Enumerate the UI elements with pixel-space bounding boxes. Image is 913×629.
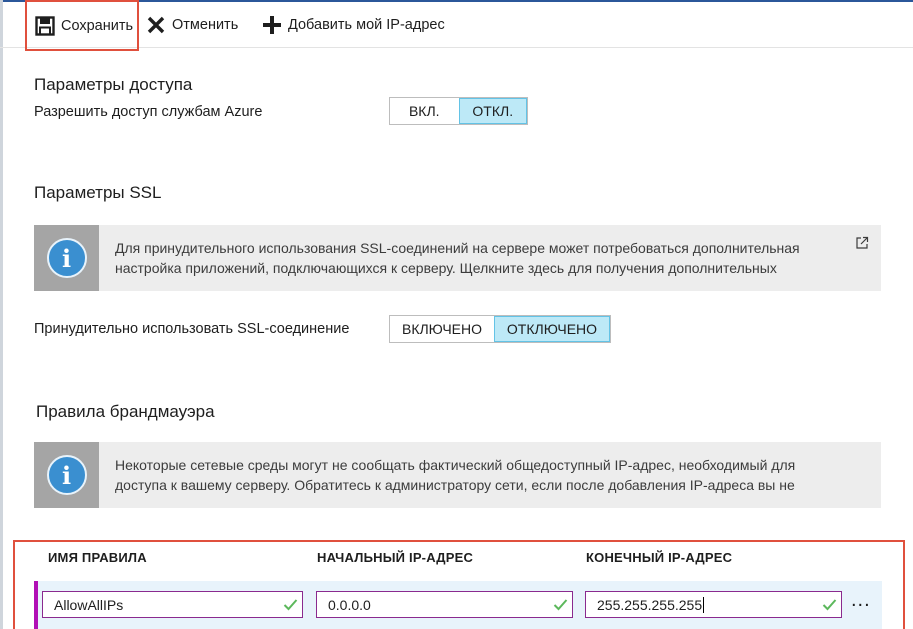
info-icon-container: i bbox=[34, 442, 99, 508]
command-bar: Сохранить Отменить Добавить мой IP-адрес bbox=[0, 0, 913, 51]
start-ip-input[interactable]: 0.0.0.0 bbox=[316, 591, 573, 618]
external-link-icon[interactable] bbox=[855, 235, 869, 249]
save-button[interactable]: Сохранить bbox=[25, 0, 139, 51]
table-row: AllowAllIPs 0.0.0.0 255.255.255.255 ... bbox=[34, 581, 882, 629]
enforce-ssl-label: Принудительно использовать SSL-соединени… bbox=[34, 321, 350, 337]
close-icon bbox=[146, 15, 166, 35]
page: Сохранить Отменить Добавить мой IP-адрес… bbox=[0, 0, 913, 629]
rule-name-input[interactable]: AllowAllIPs bbox=[42, 591, 303, 618]
allow-azure-label: Разрешить доступ службам Azure bbox=[34, 104, 263, 120]
add-my-ip-button[interactable]: Добавить мой IP-адрес bbox=[262, 2, 445, 48]
column-header-end-ip: КОНЕЧНЫЙ IP-АДРЕС bbox=[586, 550, 733, 565]
allow-azure-off-option[interactable]: ОТКЛ. bbox=[458, 98, 527, 124]
left-divider bbox=[0, 0, 3, 629]
allow-azure-toggle: ВКЛ. ОТКЛ. bbox=[389, 97, 528, 125]
ssl-section-title: Параметры SSL bbox=[34, 183, 162, 202]
firewall-info-text: Некоторые сетевые среды могут не сообщат… bbox=[99, 442, 881, 508]
add-my-ip-label: Добавить мой IP-адрес bbox=[288, 17, 445, 33]
allow-azure-on-option[interactable]: ВКЛ. bbox=[390, 98, 459, 124]
end-ip-input[interactable]: 255.255.255.255 bbox=[585, 591, 842, 618]
access-section-title: Параметры доступа bbox=[34, 75, 193, 94]
plus-icon bbox=[262, 15, 282, 35]
ssl-info-text: Для принудительного использования SSL-со… bbox=[99, 225, 881, 291]
save-icon bbox=[35, 15, 55, 36]
rule-name-value: AllowAllIPs bbox=[54, 596, 124, 613]
firewall-info-banner: i Некоторые сетевые среды могут не сообщ… bbox=[34, 442, 881, 508]
info-icon: i bbox=[46, 238, 87, 278]
checkmark-icon bbox=[553, 597, 568, 612]
save-label: Сохранить bbox=[61, 17, 134, 34]
checkmark-icon bbox=[283, 597, 298, 612]
ssl-info-message: Для принудительного использования SSL-со… bbox=[115, 240, 800, 276]
info-icon: i bbox=[46, 455, 87, 495]
text-cursor bbox=[703, 596, 705, 613]
enforce-ssl-off-option[interactable]: ОТКЛЮЧЕНО bbox=[494, 316, 610, 342]
column-header-rule-name: ИМЯ ПРАВИЛА bbox=[48, 550, 147, 565]
cancel-button[interactable]: Отменить bbox=[146, 2, 238, 48]
firewall-rules-table: ИМЯ ПРАВИЛА НАЧАЛЬНЫЙ IP-АДРЕС КОНЕЧНЫЙ … bbox=[13, 540, 905, 629]
enforce-ssl-toggle: ВКЛЮЧЕНО ОТКЛЮЧЕНО bbox=[389, 315, 611, 343]
enforce-ssl-on-option[interactable]: ВКЛЮЧЕНО bbox=[390, 316, 494, 342]
end-ip-value: 255.255.255.255 bbox=[597, 596, 703, 613]
checkmark-icon bbox=[822, 597, 837, 612]
firewall-section-title: Правила брандмауэра bbox=[36, 402, 215, 421]
ssl-info-banner[interactable]: i Для принудительного использования SSL-… bbox=[34, 225, 881, 291]
start-ip-value: 0.0.0.0 bbox=[328, 596, 371, 613]
column-header-start-ip: НАЧАЛЬНЫЙ IP-АДРЕС bbox=[317, 550, 474, 565]
row-more-button[interactable]: ... bbox=[851, 589, 871, 612]
info-icon-container: i bbox=[34, 225, 99, 291]
firewall-info-message: Некоторые сетевые среды могут не сообщат… bbox=[115, 457, 796, 493]
cancel-label: Отменить bbox=[172, 17, 239, 33]
